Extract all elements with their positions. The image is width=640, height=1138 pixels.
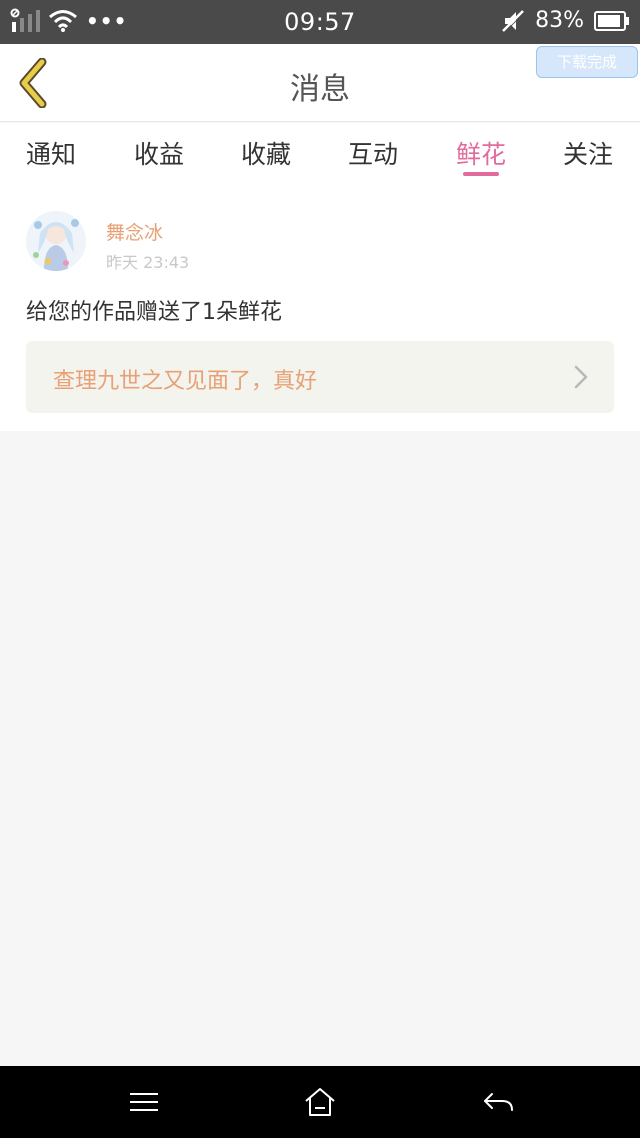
message-text: 给您的作品赠送了1朵鲜花 [26,300,282,325]
battery-icon [594,10,629,31]
header: 消息 下载完成 [0,44,640,122]
tab-favorites[interactable]: 收藏 [231,135,301,171]
status-bar: ••• 09:57 83% [0,0,640,44]
active-tab-indicator [463,172,499,176]
work-link-card[interactable]: 查理九世之又见面了，真好 [26,341,614,413]
avatar[interactable] [26,211,86,271]
work-title: 查理九世之又见面了，真好 [53,369,318,394]
tab-interactions[interactable]: 互动 [338,135,408,171]
tab-flowers[interactable]: 鲜花 [446,135,516,171]
download-complete-toast: 下载完成 [536,46,638,78]
tab-notifications[interactable]: 通知 [16,135,86,171]
tab-earnings[interactable]: 收益 [124,135,194,171]
username[interactable]: 舞念冰 [106,218,163,245]
system-nav-bar [0,1066,640,1138]
tab-following[interactable]: 关注 [553,135,623,171]
tab-bar: 通知 收益 收藏 互动 鲜花 关注 [0,123,640,183]
battery-percent: 83% [535,8,584,33]
menu-icon[interactable] [126,1086,162,1118]
back-arrow-icon[interactable] [480,1086,516,1118]
timestamp: 昨天 23:43 [106,253,190,272]
notification-item: 舞念冰 昨天 23:43 给您的作品赠送了1朵鲜花 查理九世之又见面了，真好 [0,183,640,431]
chevron-right-icon [574,365,588,389]
mute-icon [502,9,525,33]
avatar-image [26,211,86,271]
status-right: 83% [501,8,630,33]
home-icon[interactable] [302,1086,338,1118]
